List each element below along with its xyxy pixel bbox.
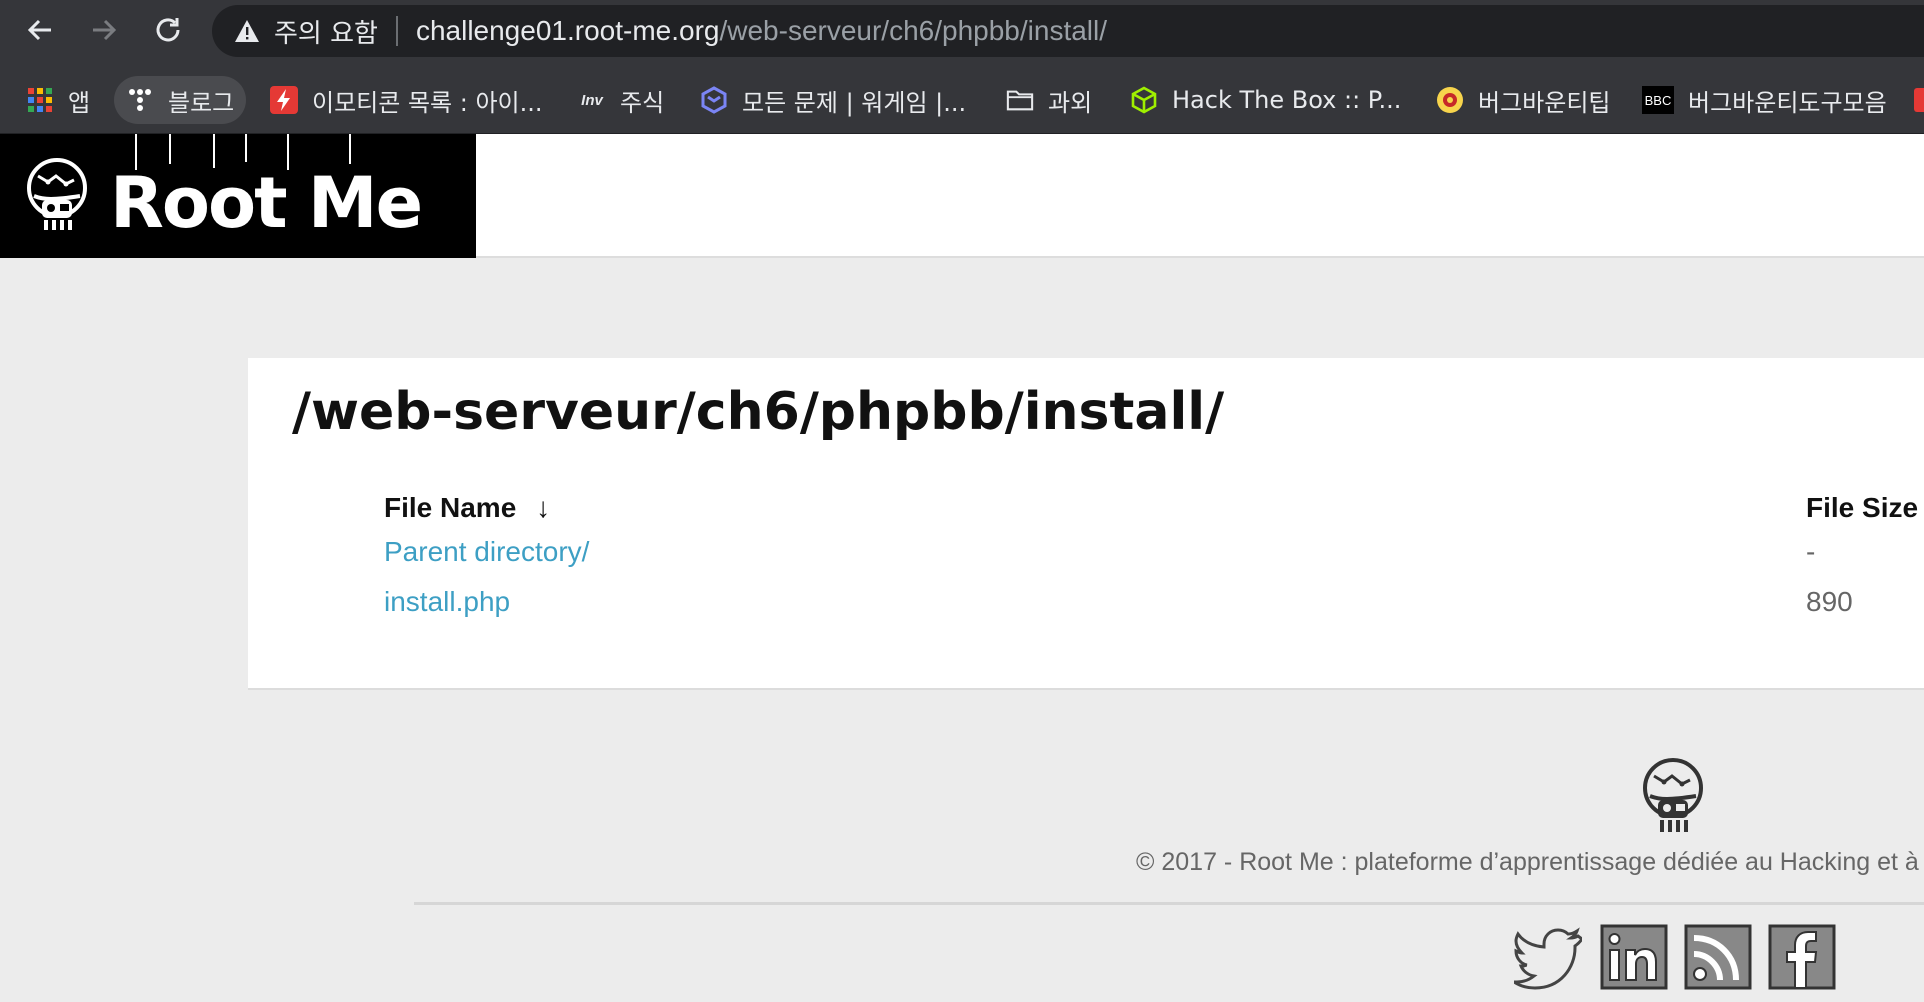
bookmark-label: 모든 문제 | 워게임 |...	[742, 88, 967, 117]
arrow-right-icon	[93, 19, 117, 41]
bookmark-label: 과외	[1048, 88, 1093, 117]
skull-logo-icon	[27, 158, 87, 230]
tistory-icon	[126, 86, 154, 114]
bookmark-folder-tutoring[interactable]: 과외	[994, 76, 1104, 124]
address-bar[interactable]: 주의 요함 challenge01.root-me.org/web-serveu…	[212, 5, 1924, 57]
sort-arrow-icon: ↓	[536, 492, 551, 523]
rss-icon[interactable]	[1684, 924, 1752, 990]
url-host: challenge01.root-me.org	[415, 15, 720, 46]
facebook-icon[interactable]	[1768, 924, 1836, 990]
bookmark-label: 블로그	[168, 88, 235, 117]
lightning-icon	[270, 86, 298, 114]
footer-skull-logo-icon	[1643, 758, 1703, 832]
footer-divider	[414, 902, 1924, 905]
parent-directory-link[interactable]: Parent directory/	[384, 536, 589, 568]
back-button[interactable]	[18, 8, 62, 52]
logo-text: Root Me	[110, 162, 423, 244]
htb-cube-icon	[1130, 86, 1158, 114]
arrow-left-icon	[27, 19, 51, 41]
dreamhack-icon	[700, 86, 728, 114]
bookmark-label: 주식	[620, 88, 665, 117]
bookmark-emoticon-list[interactable]: 이모티콘 목록 : 아이...	[258, 76, 555, 124]
linkedin-icon[interactable]	[1600, 924, 1668, 990]
apps-grid-icon	[26, 86, 54, 114]
bookmark-label: 앱	[68, 88, 91, 117]
table-row: install.php 890	[248, 586, 1924, 632]
bookmark-blog[interactable]: 블로그	[114, 76, 247, 124]
reload-button[interactable]	[146, 8, 190, 52]
file-size-value: 890	[1806, 586, 1853, 617]
bookmark-label: 버그바운티팁	[1478, 88, 1611, 117]
forward-button[interactable]	[82, 8, 126, 52]
footer-copyright: © 2017 - Root Me : plateforme d’apprenti…	[1136, 848, 1924, 876]
bookmark-bugbounty-tools[interactable]: BBC 버그바운티도구모음	[1630, 76, 1899, 124]
browser-toolbar: 주의 요함 challenge01.root-me.org/web-serveu…	[0, 0, 1924, 66]
bbc-icon-text: BBC	[1644, 92, 1672, 108]
table-row: Parent directory/ -	[248, 536, 1924, 582]
bookmark-wargame[interactable]: 모든 문제 | 워게임 |...	[688, 76, 978, 124]
bookmark-hackthebox[interactable]: Hack The Box :: P...	[1118, 76, 1413, 124]
inv-icon: Inv	[578, 86, 606, 114]
url-separator	[395, 16, 398, 46]
folder-icon	[1006, 86, 1034, 114]
site-logo[interactable]: Root Me	[0, 134, 476, 258]
install-php-link[interactable]: install.php	[384, 586, 510, 618]
bookmark-label: Hack The Box :: P...	[1172, 86, 1402, 114]
file-size-value: -	[1806, 536, 1816, 567]
reload-icon	[156, 18, 180, 42]
warning-icon	[235, 20, 259, 42]
bookmark-overflow-icon[interactable]	[1914, 88, 1924, 112]
file-size-column-header[interactable]: File Size	[1806, 492, 1918, 524]
bug-bounty-icon	[1436, 86, 1464, 114]
directory-listing-panel: /web-serveur/ch6/phpbb/install/ File Nam…	[248, 358, 1924, 690]
bookmark-label: 이모티콘 목록 : 아이...	[312, 88, 543, 117]
bookmark-stocks[interactable]: Inv 주식	[566, 76, 676, 124]
site-header: Root Me	[0, 134, 1924, 258]
security-warning-text[interactable]: 주의 요함	[274, 13, 378, 50]
url-path: /web-serveur/ch6/phpbb/install/	[719, 15, 1108, 46]
twitter-icon[interactable]	[1514, 924, 1582, 990]
bookmarks-bar: 앱 블로그 이모티콘 목록 : 아이... Inv 주식 모든 문제 | 워게임…	[0, 66, 1924, 134]
bookmark-apps[interactable]: 앱	[14, 76, 102, 124]
bookmark-label: 버그바운티도구모음	[1688, 88, 1887, 117]
bookmark-bugbounty-tips[interactable]: 버그바운티팁	[1424, 76, 1622, 124]
page-title: /web-serveur/ch6/phpbb/install/	[292, 382, 1225, 442]
inv-icon-text: Inv	[581, 91, 603, 109]
bbc-icon: BBC	[1642, 86, 1674, 114]
file-name-header-label: File Name	[384, 492, 517, 523]
file-name-column-header[interactable]: File Name ↓	[384, 492, 550, 524]
